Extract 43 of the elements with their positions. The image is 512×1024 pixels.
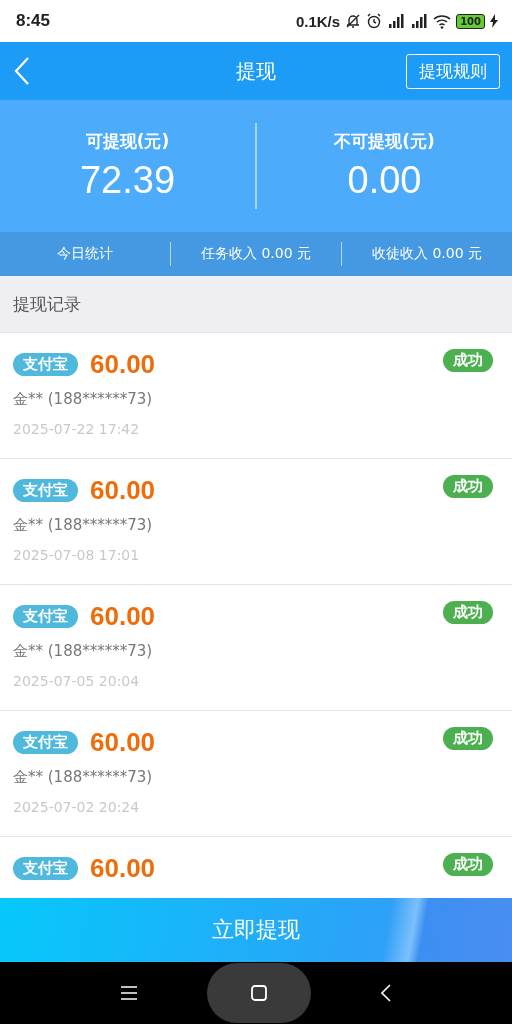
- page-title: 提现: [236, 58, 276, 83]
- back-icon[interactable]: [14, 57, 30, 85]
- withdraw-amount: 60.00: [90, 349, 156, 380]
- home-icon[interactable]: [251, 985, 267, 1001]
- account-text: 金** (188******73): [13, 390, 154, 409]
- battery-level: 100: [456, 13, 485, 29]
- muted-bell-icon: [345, 13, 362, 29]
- withdraw-amount: 60.00: [90, 475, 156, 506]
- stat-text: 任务收入 0.00 元: [199, 245, 313, 263]
- stat-text: 收徒收入 0.00 元: [370, 245, 484, 263]
- withdraw-amount: 60.00: [90, 853, 156, 884]
- payment-method-tag: 支付宝: [13, 857, 78, 880]
- status-tag: 成功: [443, 349, 493, 372]
- balance-label: 不可提现(元): [334, 130, 435, 153]
- balance-amount: 0.00: [347, 159, 422, 202]
- network-speed: 0.1K/s: [295, 12, 341, 30]
- back-nav-icon[interactable]: [381, 984, 391, 1002]
- balance-label: 可提现(元): [85, 130, 170, 153]
- alarm-icon: [366, 13, 383, 29]
- withdraw-amount: 60.00: [90, 601, 156, 632]
- wifi-icon: [433, 13, 452, 29]
- stat-text: 今日统计: [56, 245, 114, 263]
- status-time: 8:45: [16, 11, 51, 31]
- payment-method-tag: 支付宝: [13, 731, 78, 754]
- signal-icon: [410, 13, 429, 29]
- account-text: 金** (188******73): [13, 642, 154, 661]
- status-tag: 成功: [443, 853, 493, 876]
- withdraw-amount: 60.00: [90, 727, 156, 758]
- payment-method-tag: 支付宝: [13, 605, 78, 628]
- status-tag: 成功: [443, 601, 493, 624]
- status-tag: 成功: [443, 475, 493, 498]
- menu-icon[interactable]: [121, 986, 137, 1000]
- payment-method-tag: 支付宝: [13, 479, 78, 502]
- signal-icon: [387, 13, 406, 29]
- section-title: 提现记录: [13, 292, 81, 316]
- withdraw-button[interactable]: 立即提现: [0, 898, 512, 962]
- charging-icon: [490, 14, 498, 28]
- payment-method-tag: 支付宝: [13, 353, 78, 376]
- balance-amount: 72.39: [79, 159, 176, 202]
- account-text: 金** (188******73): [13, 768, 154, 787]
- status-tag: 成功: [443, 727, 493, 750]
- account-text: 金** (188******73): [13, 516, 154, 535]
- rules-button[interactable]: 提现规则: [406, 53, 500, 89]
